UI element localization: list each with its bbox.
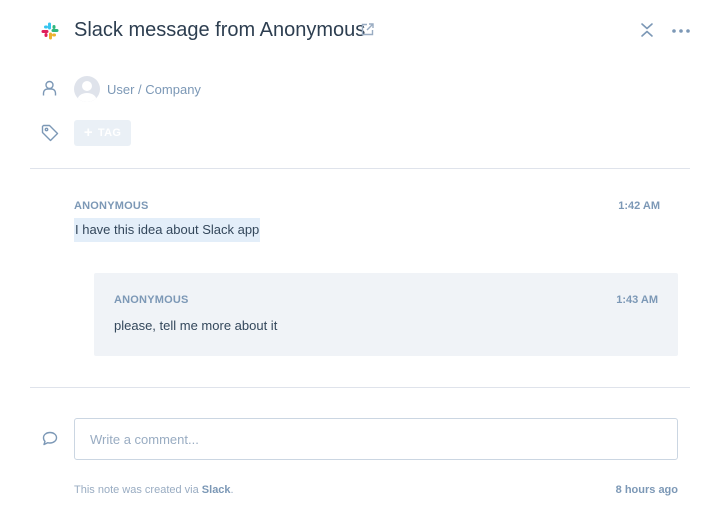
comment-input[interactable] [74, 418, 678, 460]
message-text: I have this idea about Slack app [74, 218, 261, 242]
divider [30, 387, 690, 388]
footer-note-suffix: . [230, 484, 234, 496]
reply-message-box [94, 273, 678, 356]
footer-source-link[interactable]: Slack [202, 484, 231, 496]
message-time: 1:42 AM [618, 200, 660, 212]
add-tag-button[interactable]: + TAG [74, 120, 131, 146]
comment-icon [42, 431, 58, 446]
external-link-icon[interactable] [361, 23, 374, 36]
add-tag-label: TAG [97, 127, 122, 139]
plus-icon: + [83, 124, 93, 141]
reply-text: please, tell me more about it [114, 318, 278, 333]
footer-note-prefix: This note was created via [74, 484, 202, 496]
tag-icon [41, 124, 59, 142]
reply-author: ANONYMOUS [114, 294, 189, 306]
divider [30, 168, 690, 169]
reply-time: 1:43 AM [616, 294, 658, 306]
more-options-icon[interactable] [671, 26, 691, 36]
slack-logo-icon [41, 22, 59, 40]
avatar[interactable] [74, 76, 100, 102]
message-author: ANONYMOUS [74, 200, 149, 212]
footer-note: This note was created via Slack. [74, 484, 234, 496]
footer-timestamp: 8 hours ago [615, 484, 678, 496]
user-icon [42, 80, 57, 96]
user-company-link[interactable]: User / Company [107, 82, 201, 97]
avatar-placeholder-icon [77, 81, 97, 102]
collapse-icon[interactable] [638, 21, 656, 39]
page-title: Slack message from Anonymous [74, 19, 366, 41]
